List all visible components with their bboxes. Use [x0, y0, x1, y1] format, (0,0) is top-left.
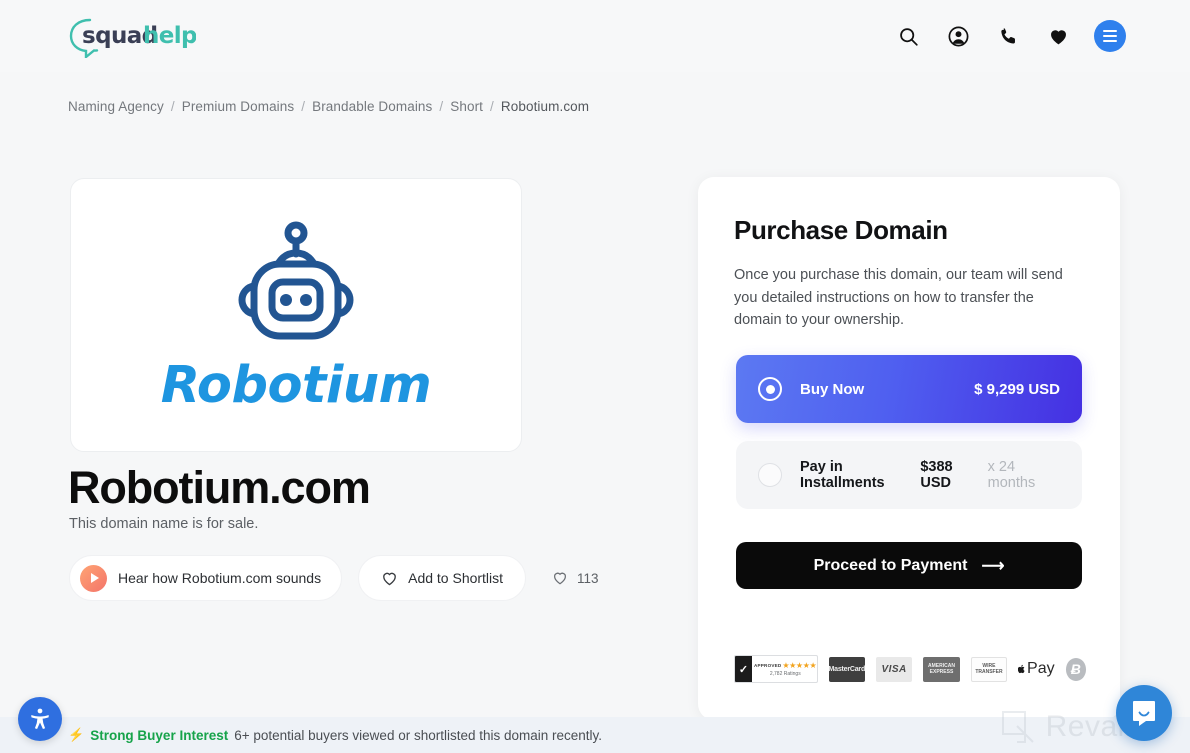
svg-text:help: help [143, 23, 196, 49]
squadhelp-logo[interactable]: squad help squad help [68, 14, 196, 58]
mastercard-label: MasterCard [828, 665, 865, 673]
domain-subtitle: This domain name is for sale. [69, 516, 259, 532]
buy-now-label: Buy Now [800, 380, 865, 398]
robot-wordmark: Robotium [160, 355, 432, 415]
heart-outline-icon [383, 572, 396, 585]
chat-launcher-button[interactable] [1116, 685, 1172, 741]
chat-icon [1133, 701, 1155, 726]
purchase-title: Purchase Domain [734, 215, 948, 245]
breadcrumb-item-4[interactable]: Short [450, 99, 483, 114]
trust-rating-badge[interactable]: ✓ APPROVED ★★★★★ 2,782 Ratings [734, 655, 818, 683]
search-icon[interactable] [894, 22, 922, 50]
amex-label: AMERICAN EXPRESS [928, 663, 955, 675]
lightning-bolt-icon: ⚡ [68, 727, 85, 742]
breadcrumb-item-current: Robotium.com [500, 99, 590, 114]
breadcrumb-separator: / [170, 99, 175, 114]
trust-mark-icon: ✓ [735, 656, 752, 682]
buy-now-price: $ 9,299 USD [974, 380, 1060, 398]
domain-actions: Hear how Robotium.com sounds Add to Shor… [69, 555, 599, 601]
like-counter[interactable]: 113 [552, 570, 599, 586]
play-icon [80, 564, 107, 592]
buyer-interest-banner: ⚡ Strong Buyer Interest 6+ potential buy… [0, 717, 1190, 753]
option-installments[interactable]: Pay in Installments $388 USD x 24 months [736, 441, 1082, 509]
proceed-label: Proceed to Payment [813, 556, 968, 574]
radio-selected-icon[interactable] [758, 377, 782, 401]
breadcrumb-separator: / [301, 99, 306, 114]
breadcrumb: Naming Agency / Premium Domains / Branda… [68, 99, 589, 114]
purchase-description: Once you purchase this domain, our team … [734, 267, 1063, 328]
bitcoin-label: Ƀ [1070, 661, 1081, 677]
visa-label: VISA [881, 663, 907, 675]
like-count-value: 113 [577, 570, 599, 586]
payment-badges: ✓ APPROVED ★★★★★ 2,782 Ratings MasterCar… [734, 655, 1086, 683]
apple-pay-label: Pay [1027, 660, 1055, 677]
shortlist-label: Add to Shortlist [408, 570, 504, 586]
add-to-shortlist-button[interactable]: Add to Shortlist [358, 555, 527, 601]
robot-icon [238, 221, 354, 339]
apple-logo-icon [1018, 664, 1025, 674]
domain-logo-card: Robotium [70, 178, 522, 452]
site-header: squad help squad help [0, 0, 1190, 72]
heart-icon[interactable] [1044, 22, 1072, 50]
mastercard-icon: MasterCard [828, 656, 865, 682]
heart-outline-icon [554, 572, 567, 585]
buyer-interest-text: 6+ potential buyers viewed or shortliste… [234, 727, 603, 743]
page-title: Robotium.com [68, 462, 371, 513]
installments-months: x 24 months [987, 459, 1036, 491]
arrow-right-icon: ⟶ [981, 557, 1005, 575]
breadcrumb-item-2[interactable]: Premium Domains [182, 99, 295, 114]
accessibility-icon [31, 708, 49, 729]
page-root: squad help squad help [0, 0, 1190, 753]
account-icon[interactable] [944, 22, 972, 50]
hear-domain-sounds-button[interactable]: Hear how Robotium.com sounds [69, 555, 343, 601]
breadcrumb-separator: / [490, 99, 494, 114]
logo-svg: squad help [69, 18, 196, 58]
proceed-to-payment-button[interactable]: Proceed to Payment ⟶ [736, 542, 1082, 589]
buyer-interest-headline: Strong Buyer Interest [90, 727, 229, 743]
installments-price: $388 USD [920, 459, 953, 491]
trust-stars: ★★★★★ [782, 661, 817, 670]
installments-label: Pay in Installments [800, 459, 885, 491]
radio-unselected-icon[interactable] [758, 463, 782, 487]
hear-domain-label: Hear how Robotium.com sounds [118, 570, 322, 586]
breadcrumb-item-3[interactable]: Brandable Domains [312, 99, 432, 114]
visa-icon: VISA [875, 656, 913, 682]
breadcrumb-item-1[interactable]: Naming Agency [68, 99, 164, 114]
trust-ratings-count: 2,782 Ratings [769, 671, 801, 677]
trust-approved-label: APPROVED [754, 663, 782, 668]
apple-pay-icon: Pay [1018, 657, 1055, 682]
hamburger-menu-icon[interactable] [1094, 20, 1126, 52]
phone-icon[interactable] [994, 22, 1022, 50]
bitcoin-icon: Ƀ [1065, 657, 1086, 681]
accessibility-button[interactable] [18, 697, 62, 741]
robot-logo: Robotium [161, 220, 432, 411]
amex-icon: AMERICAN EXPRESS [923, 656, 960, 682]
option-buy-now[interactable]: Buy Now $ 9,299 USD [736, 355, 1082, 423]
breadcrumb-separator: / [439, 99, 444, 114]
header-icon-group [894, 20, 1126, 52]
wire-label: WIRE TRANSFER [975, 663, 1003, 675]
wire-transfer-icon: WIRE TRANSFER [970, 656, 1008, 682]
